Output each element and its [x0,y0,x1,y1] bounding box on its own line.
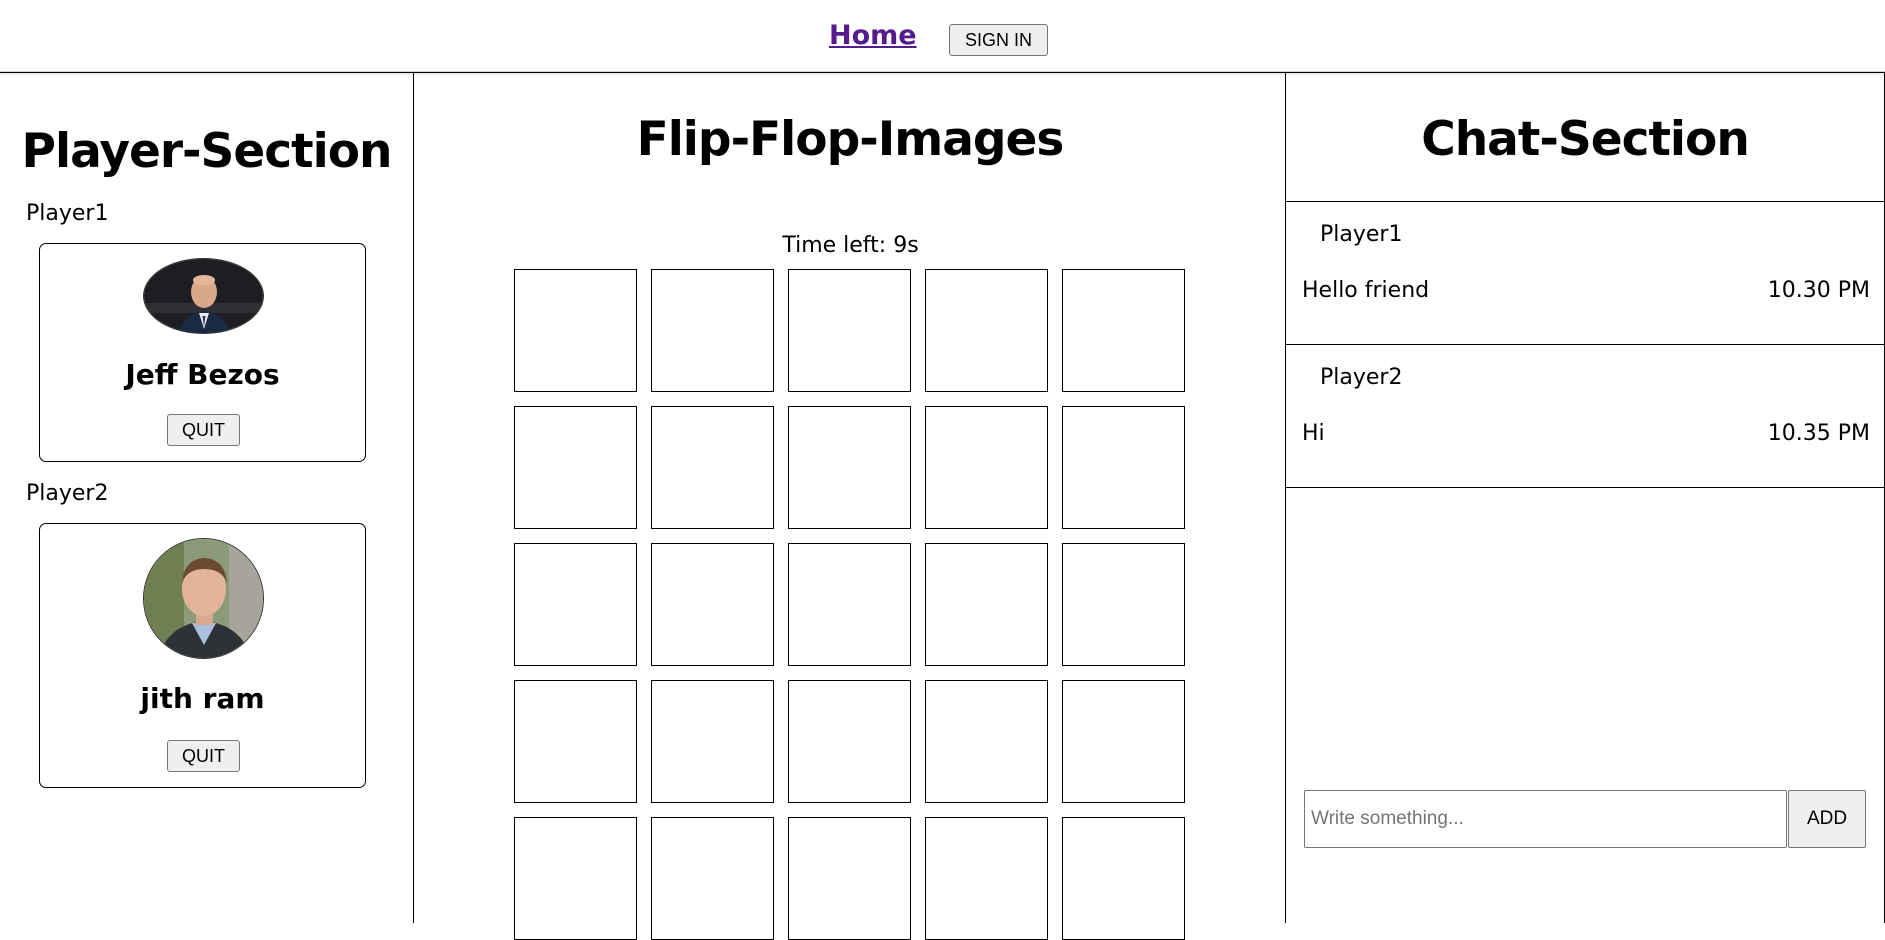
flip-tile[interactable] [788,269,911,392]
flip-tile[interactable] [1062,817,1185,940]
chat-text: Hi [1302,421,1325,446]
player2-avatar [143,538,264,659]
chat-message: Player1 Hello friend 10.30 PM [1286,201,1884,345]
chat-message: Player2 Hi 10.35 PM [1286,344,1884,488]
flip-tile[interactable] [651,680,774,803]
flip-tile[interactable] [514,406,637,529]
flip-tile[interactable] [1062,680,1185,803]
home-link[interactable]: Home [829,20,917,51]
flip-tile[interactable] [925,817,1048,940]
player-section-panel: Player-Section Player1 Jeff Bezos QUIT P… [0,72,414,923]
sign-in-button[interactable]: SIGN IN [949,24,1048,56]
flip-tile[interactable] [788,406,911,529]
flip-tile[interactable] [651,543,774,666]
flip-tile[interactable] [925,543,1048,666]
flip-tile[interactable] [1062,406,1185,529]
player1-name: Jeff Bezos [125,358,280,391]
chat-timestamp: 10.30 PM [1767,278,1870,303]
chat-section-title: Chat-Section [1421,112,1750,167]
chat-message-input[interactable] [1304,790,1787,848]
game-title: Flip-Flop-Images [636,112,1065,167]
flip-tile[interactable] [651,406,774,529]
player1-avatar [143,258,264,334]
flip-tile[interactable] [1062,269,1185,392]
flip-tile[interactable] [788,680,911,803]
flip-tile[interactable] [925,406,1048,529]
flip-tile[interactable] [651,817,774,940]
flip-tile[interactable] [514,817,637,940]
flip-tile[interactable] [514,680,637,803]
chat-section-panel: Chat-Section Player1 Hello friend 10.30 … [1285,72,1885,923]
player2-name: jith ram [140,682,265,715]
player2-label: Player2 [26,481,109,506]
chat-sender: Player2 [1320,365,1403,390]
flip-tile[interactable] [514,543,637,666]
top-nav-bar: Home SIGN IN [0,0,1885,72]
player1-label: Player1 [26,201,109,226]
person-photo-icon [144,259,263,333]
add-message-button[interactable]: ADD [1788,790,1866,848]
flip-tile[interactable] [788,543,911,666]
player2-card: jith ram QUIT [39,523,366,788]
player2-quit-button[interactable]: QUIT [167,740,240,772]
flip-tile[interactable] [925,269,1048,392]
chat-message-list: Player1 Hello friend 10.30 PM Player2 Hi… [1286,201,1884,488]
chat-sender: Player1 [1320,222,1403,247]
card-grid [514,269,1185,940]
time-left-text: Time left: 9s [782,233,919,258]
flip-tile[interactable] [514,269,637,392]
player1-quit-button[interactable]: QUIT [167,414,240,446]
chat-text: Hello friend [1302,278,1430,303]
flip-tile[interactable] [925,680,1048,803]
player1-card: Jeff Bezos QUIT [39,243,366,462]
player-section-title: Player-Section [21,124,393,179]
flip-tile[interactable] [1062,543,1185,666]
flip-tile[interactable] [788,817,911,940]
person-photo-icon [144,539,263,658]
flip-tile[interactable] [651,269,774,392]
game-panel: Flip-Flop-Images Time left: 9s [413,72,1286,940]
chat-timestamp: 10.35 PM [1767,421,1870,446]
